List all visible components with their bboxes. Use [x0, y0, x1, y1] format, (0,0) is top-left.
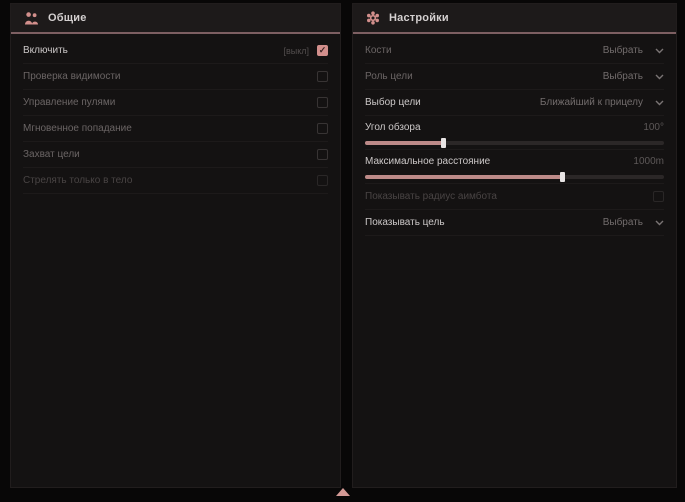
setting-label: Мгновенное попадание	[23, 123, 132, 134]
setting-control	[317, 71, 328, 82]
setting-control	[317, 175, 328, 186]
setting-row: Максимальное расстояние 1000m	[365, 150, 664, 184]
panel-settings: Настройки Кости Выбрать Роль цели Выбрать Вы…	[352, 3, 677, 488]
checkbox[interactable]	[317, 71, 328, 82]
dropdown[interactable]: Выбрать	[603, 71, 664, 82]
slider-fill	[365, 141, 443, 145]
slider-thumb[interactable]	[560, 172, 565, 182]
gear-icon	[366, 11, 380, 25]
setting-control	[317, 97, 328, 108]
panel-general-rows: Включить [выкл] Проверка видимости Управлен…	[11, 34, 340, 194]
dropdown[interactable]: Выбрать	[603, 217, 664, 228]
chevron-down-icon	[655, 220, 664, 226]
setting-row: Показывать радиус аимбота	[365, 184, 664, 210]
checkbox[interactable]	[317, 149, 328, 160]
dropdown-value: Выбрать	[603, 217, 643, 228]
panel-settings-rows: Кости Выбрать Роль цели Выбрать Выбор цели Бл…	[353, 34, 676, 236]
setting-label: Угол обзора	[365, 122, 421, 133]
setting-control	[317, 149, 328, 160]
checkbox[interactable]	[317, 175, 328, 186]
slider-fill	[365, 175, 562, 179]
setting-label: Стрелять только в тело	[23, 175, 132, 186]
checkbox[interactable]	[317, 97, 328, 108]
setting-label: Захват цели	[23, 149, 80, 160]
slider-label-line: Угол обзора 100°	[365, 119, 664, 136]
setting-control: [выкл]	[283, 45, 328, 56]
slider-thumb[interactable]	[441, 138, 446, 148]
setting-label: Включить	[23, 45, 68, 56]
setting-label: Показывать цель	[365, 217, 445, 228]
setting-row: Проверка видимости	[23, 64, 328, 90]
slider-label-line: Максимальное расстояние 1000m	[365, 153, 664, 170]
dropdown[interactable]: Выбрать	[603, 45, 664, 56]
setting-row: Захват цели	[23, 142, 328, 168]
users-icon	[24, 12, 39, 25]
setting-row: Управление пулями	[23, 90, 328, 116]
setting-control: Выбрать	[603, 71, 664, 82]
panel-settings-header: Настройки	[353, 4, 676, 34]
setting-label: Максимальное расстояние	[365, 156, 490, 167]
setting-row: Выбор цели Ближайший к прицелу	[365, 90, 664, 116]
dropdown-value: Выбрать	[603, 45, 643, 56]
dropdown-value: Ближайший к прицелу	[540, 97, 643, 108]
checkbox[interactable]	[317, 123, 328, 134]
checkbox[interactable]	[317, 45, 328, 56]
keybind-label: [выкл]	[283, 46, 309, 56]
cursor-triangle-icon	[336, 488, 350, 496]
slider-value: 1000m	[633, 156, 664, 167]
panel-title: Общие	[48, 12, 87, 24]
panel-title: Настройки	[389, 12, 449, 24]
setting-row: Включить [выкл]	[23, 38, 328, 64]
setting-row: Стрелять только в тело	[23, 168, 328, 194]
setting-row: Мгновенное попадание	[23, 116, 328, 142]
setting-label: Управление пулями	[23, 97, 115, 108]
chevron-down-icon	[655, 48, 664, 54]
setting-control	[317, 123, 328, 134]
panel-general: Общие Включить [выкл] Проверка видимости Уп…	[10, 3, 341, 488]
setting-label: Выбор цели	[365, 97, 421, 108]
panel-general-header: Общие	[11, 4, 340, 34]
slider-value: 100°	[643, 122, 664, 133]
setting-row: Угол обзора 100°	[365, 116, 664, 150]
slider[interactable]	[365, 175, 664, 179]
setting-row: Кости Выбрать	[365, 38, 664, 64]
setting-label: Кости	[365, 45, 392, 56]
setting-control: Ближайший к прицелу	[540, 97, 664, 108]
chevron-down-icon	[655, 74, 664, 80]
chevron-down-icon	[655, 100, 664, 106]
dropdown[interactable]: Ближайший к прицелу	[540, 97, 664, 108]
setting-row: Роль цели Выбрать	[365, 64, 664, 90]
dropdown-value: Выбрать	[603, 71, 643, 82]
setting-control: Выбрать	[603, 45, 664, 56]
setting-control	[653, 191, 664, 202]
setting-label: Проверка видимости	[23, 71, 121, 82]
setting-control: Выбрать	[603, 217, 664, 228]
checkbox[interactable]	[653, 191, 664, 202]
setting-row: Показывать цель Выбрать	[365, 210, 664, 236]
setting-label: Роль цели	[365, 71, 413, 82]
slider[interactable]	[365, 141, 664, 145]
setting-label: Показывать радиус аимбота	[365, 191, 497, 202]
